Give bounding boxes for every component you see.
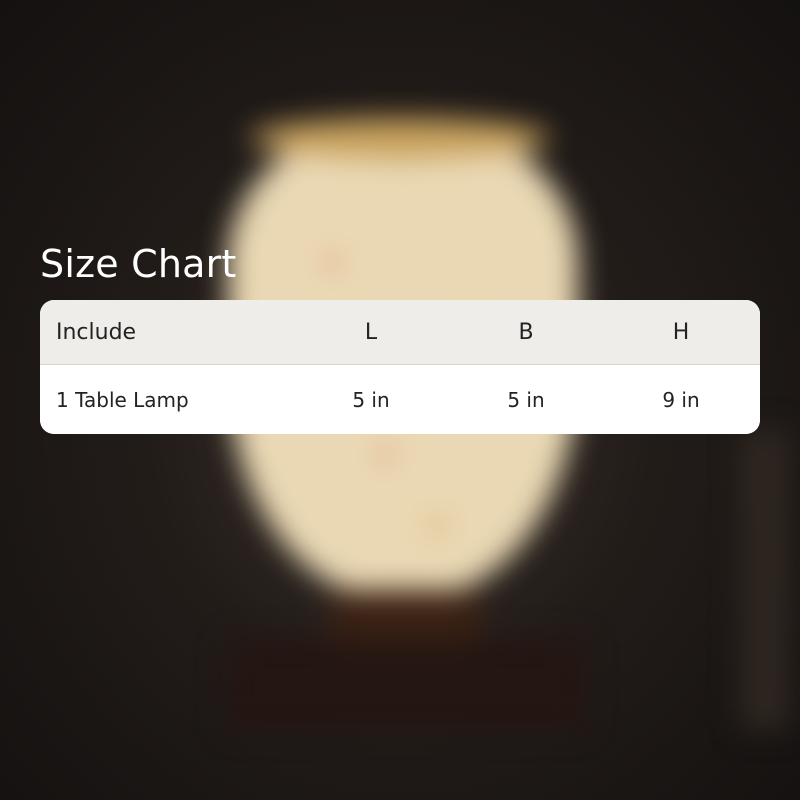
product-image-panel: Size Chart Include L B H 1 Table Lamp 5 … <box>0 0 800 800</box>
size-chart-table: Include L B H 1 Table Lamp 5 in 5 in 9 i… <box>40 300 760 434</box>
header-length: L <box>364 319 378 345</box>
table-row: 1 Table Lamp 5 in 5 in 9 in <box>40 365 760 434</box>
lamp-rim <box>250 118 550 158</box>
cell-height: 9 in <box>662 387 700 412</box>
header-breadth: B <box>518 319 534 345</box>
header-height: H <box>672 319 690 345</box>
cell-include: 1 Table Lamp <box>56 387 189 412</box>
header-include: Include <box>56 319 137 345</box>
cell-length: 5 in <box>352 387 390 412</box>
lamp-base <box>226 640 586 730</box>
size-chart-title: Size Chart <box>40 242 237 286</box>
cell-breadth: 5 in <box>507 387 545 412</box>
background-object <box>740 430 790 730</box>
table-header-row: Include L B H <box>40 300 760 365</box>
